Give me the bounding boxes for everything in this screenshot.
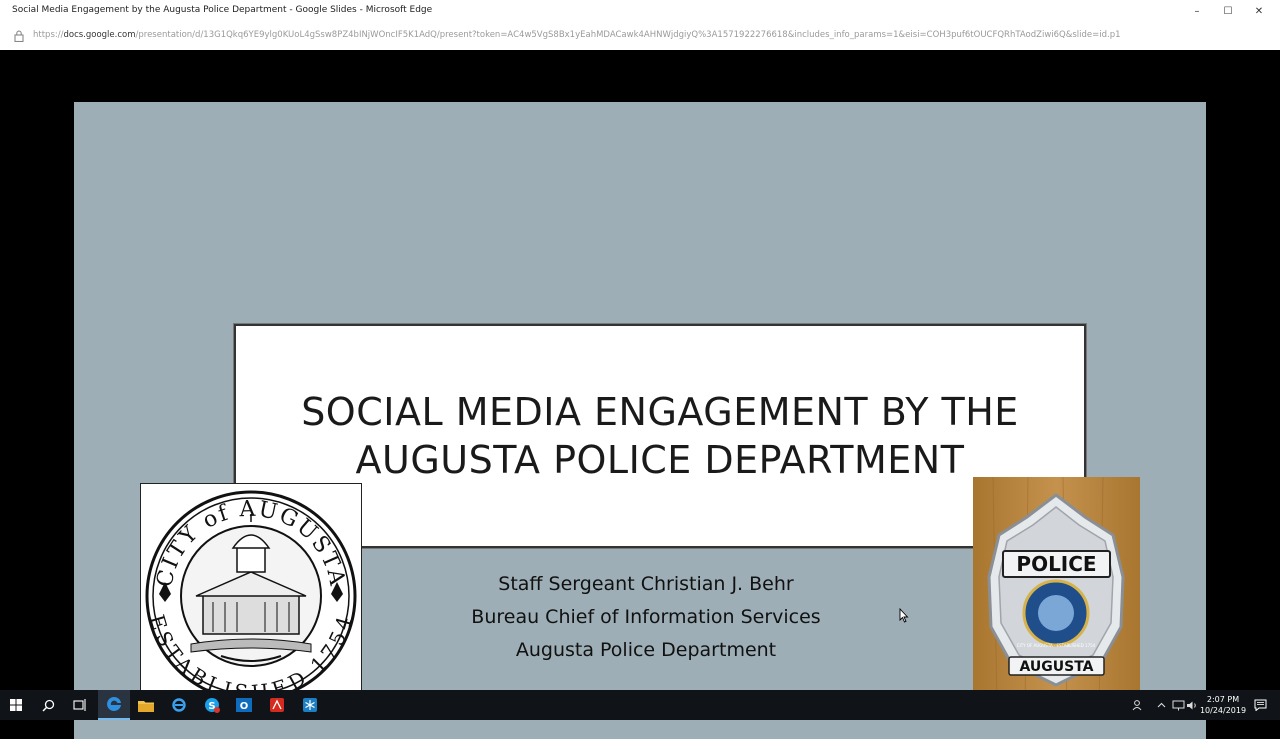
chevron-up-icon[interactable] — [1154, 690, 1168, 720]
minimize-button[interactable]: – — [1182, 0, 1212, 22]
file-explorer-icon[interactable] — [130, 690, 162, 720]
clock-time: 2:07 PM — [1206, 695, 1240, 704]
skype-icon[interactable]: S — [196, 690, 228, 720]
maximize-button[interactable]: ☐ — [1213, 0, 1243, 22]
presenter-info: Staff Sergeant Christian J. Behr Bureau … — [446, 568, 846, 667]
city-seal-graphic: CITY of AUGUSTA ESTABLISHED 1754 — [145, 490, 357, 705]
windows-start-icon[interactable] — [0, 690, 32, 720]
url-text[interactable]: https://docs.google.com/presentation/d/1… — [33, 30, 1121, 40]
badge-ring-text: CITY OF AUGUSTA · ESTABLISHED 1754 — [1017, 643, 1096, 648]
edge-icon[interactable] — [98, 690, 130, 720]
police-badge-image: POLICE CITY OF AUGUSTA · ESTABLISHED 175… — [973, 476, 1140, 710]
svg-text:O: O — [240, 701, 249, 712]
mouse-cursor-icon — [899, 608, 909, 623]
search-icon[interactable] — [32, 690, 64, 720]
address-bar[interactable]: https://docs.google.com/presentation/d/1… — [0, 22, 1280, 51]
network-icon[interactable] — [1170, 690, 1186, 720]
lock-icon — [14, 30, 24, 42]
url-path: /presentation/d/13G1Qkq6YE9ylg0KUoL4gSsw… — [135, 30, 1121, 40]
close-button[interactable]: ✕ — [1244, 0, 1274, 22]
slide-title-line-1: SOCIAL MEDIA ENGAGEMENT BY THE — [301, 390, 1019, 434]
presenter-org: Augusta Police Department — [515, 639, 777, 661]
internet-explorer-icon[interactable] — [163, 690, 195, 720]
badge-text-police: POLICE — [1016, 552, 1096, 576]
url-scheme: https:// — [33, 30, 64, 40]
window-title: Social Media Engagement by the Augusta P… — [12, 5, 433, 15]
taskbar: S O 2:07 PM 10/24/2019 — [0, 690, 1280, 720]
snowflake-app-icon[interactable] — [294, 690, 326, 720]
acrobat-icon[interactable] — [261, 690, 293, 720]
url-host: docs.google.com — [63, 30, 136, 40]
presenter-name: Staff Sergeant Christian J. Behr — [498, 573, 794, 595]
window-title-bar: Social Media Engagement by the Augusta P… — [0, 0, 1280, 22]
task-view-icon[interactable] — [64, 690, 96, 720]
people-icon[interactable] — [1130, 690, 1146, 720]
notifications-icon[interactable] — [1250, 690, 1270, 720]
clock-date: 10/24/2019 — [1199, 706, 1247, 715]
outlook-icon[interactable]: O — [228, 690, 260, 720]
presentation-viewport[interactable]: SOCIAL MEDIA ENGAGEMENT BY THE AUGUSTA P… — [0, 50, 1280, 739]
slide-title-line-2: AUGUSTA POLICE DEPARTMENT — [355, 438, 965, 482]
slide[interactable]: SOCIAL MEDIA ENGAGEMENT BY THE AUGUSTA P… — [74, 102, 1206, 739]
police-badge-graphic: POLICE CITY OF AUGUSTA · ESTABLISHED 175… — [973, 476, 1140, 710]
presenter-role: Bureau Chief of Information Services — [471, 606, 821, 628]
clock[interactable]: 2:07 PM 10/24/2019 — [1196, 694, 1250, 716]
badge-text-augusta: AUGUSTA — [1019, 659, 1093, 675]
slide-title: SOCIAL MEDIA ENGAGEMENT BY THE AUGUSTA P… — [236, 388, 1084, 484]
city-seal-image: CITY of AUGUSTA ESTABLISHED 1754 — [140, 483, 362, 709]
